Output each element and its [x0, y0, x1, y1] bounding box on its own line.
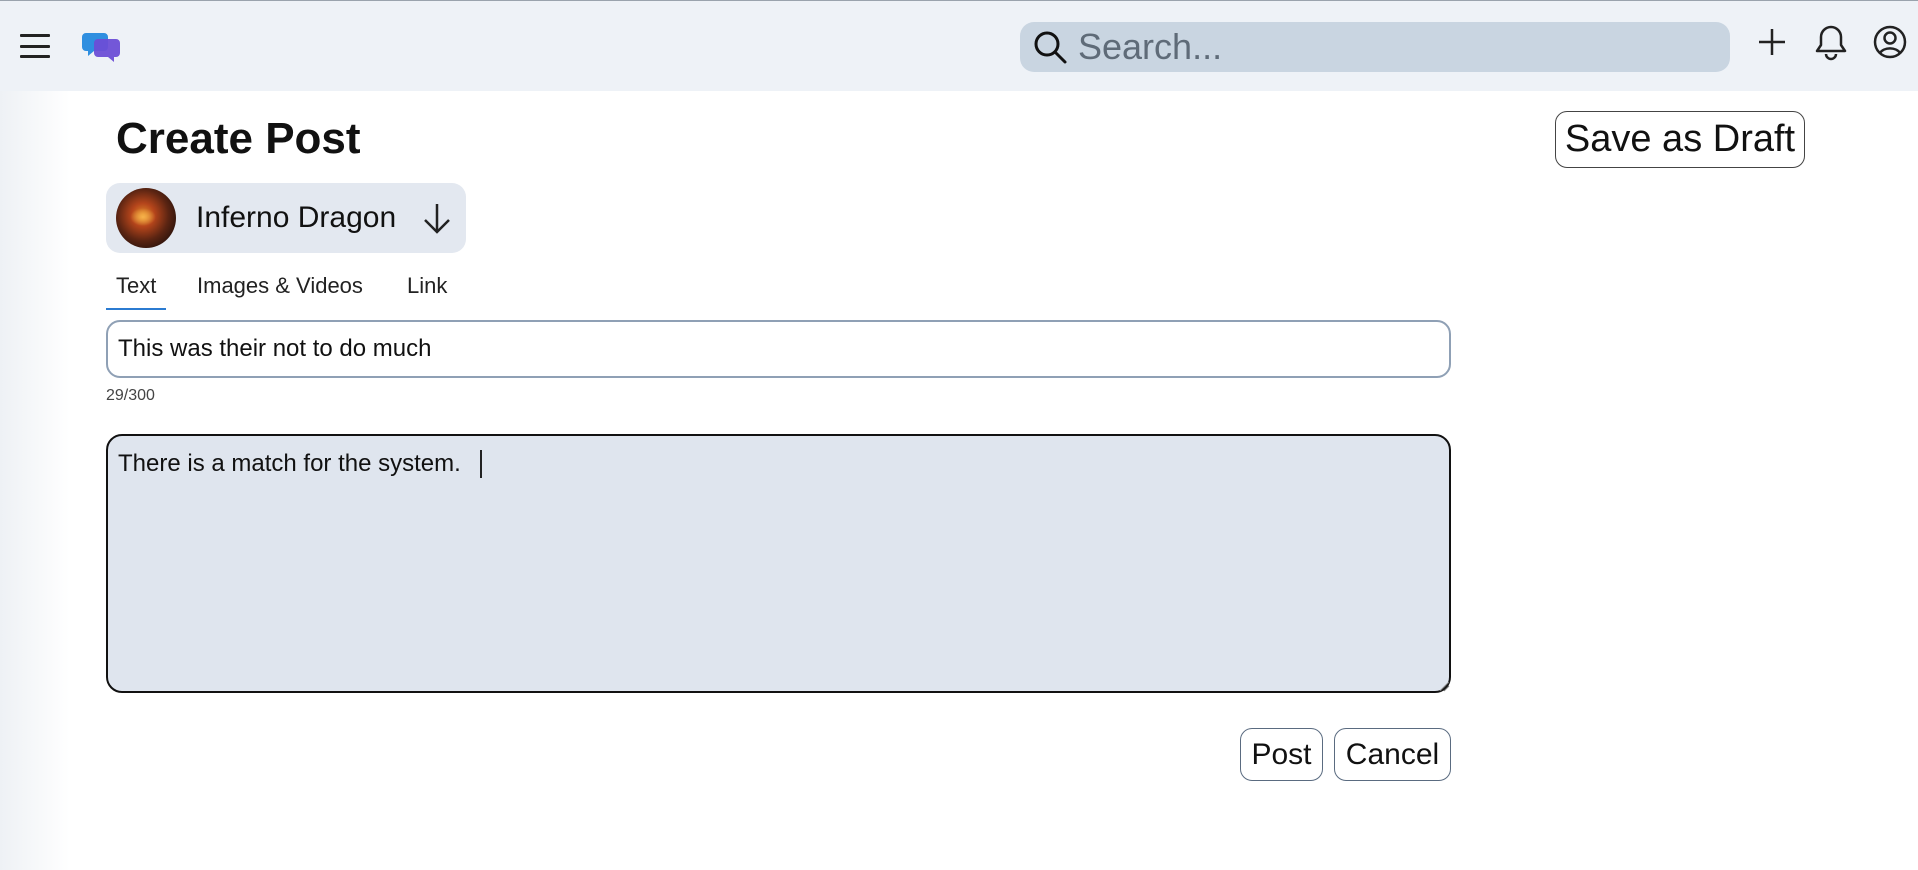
community-selector[interactable]: Inferno Dragon [106, 183, 466, 253]
post-button[interactable]: Post [1240, 728, 1323, 781]
title-character-counter: 29/300 [106, 387, 155, 404]
menu-icon[interactable] [18, 31, 52, 61]
page-title: Create Post [116, 114, 361, 163]
tab-link[interactable]: Link [397, 270, 457, 310]
top-navigation-bar [0, 0, 1918, 91]
search-input[interactable] [1078, 22, 1718, 72]
tab-images-videos[interactable]: Images & Videos [187, 270, 373, 310]
bell-icon[interactable] [1811, 21, 1851, 63]
plus-icon[interactable] [1752, 21, 1792, 63]
save-draft-button[interactable]: Save as Draft [1555, 111, 1805, 168]
post-title-input[interactable] [106, 320, 1451, 378]
arrow-down-icon[interactable] [419, 198, 455, 238]
community-name: Inferno Dragon [196, 201, 397, 234]
app-logo-icon[interactable] [82, 29, 122, 63]
left-panel-edge [0, 91, 70, 870]
resize-grip-icon[interactable] [1438, 680, 1450, 692]
cancel-button[interactable]: Cancel [1334, 728, 1451, 781]
search-bar[interactable] [1020, 22, 1730, 72]
text-caret [480, 450, 482, 478]
search-icon[interactable] [1032, 29, 1068, 65]
profile-icon[interactable] [1870, 21, 1910, 63]
tab-text[interactable]: Text [106, 270, 166, 310]
post-body-textarea[interactable]: There is a match for the system. [106, 434, 1451, 693]
community-avatar [116, 188, 176, 248]
